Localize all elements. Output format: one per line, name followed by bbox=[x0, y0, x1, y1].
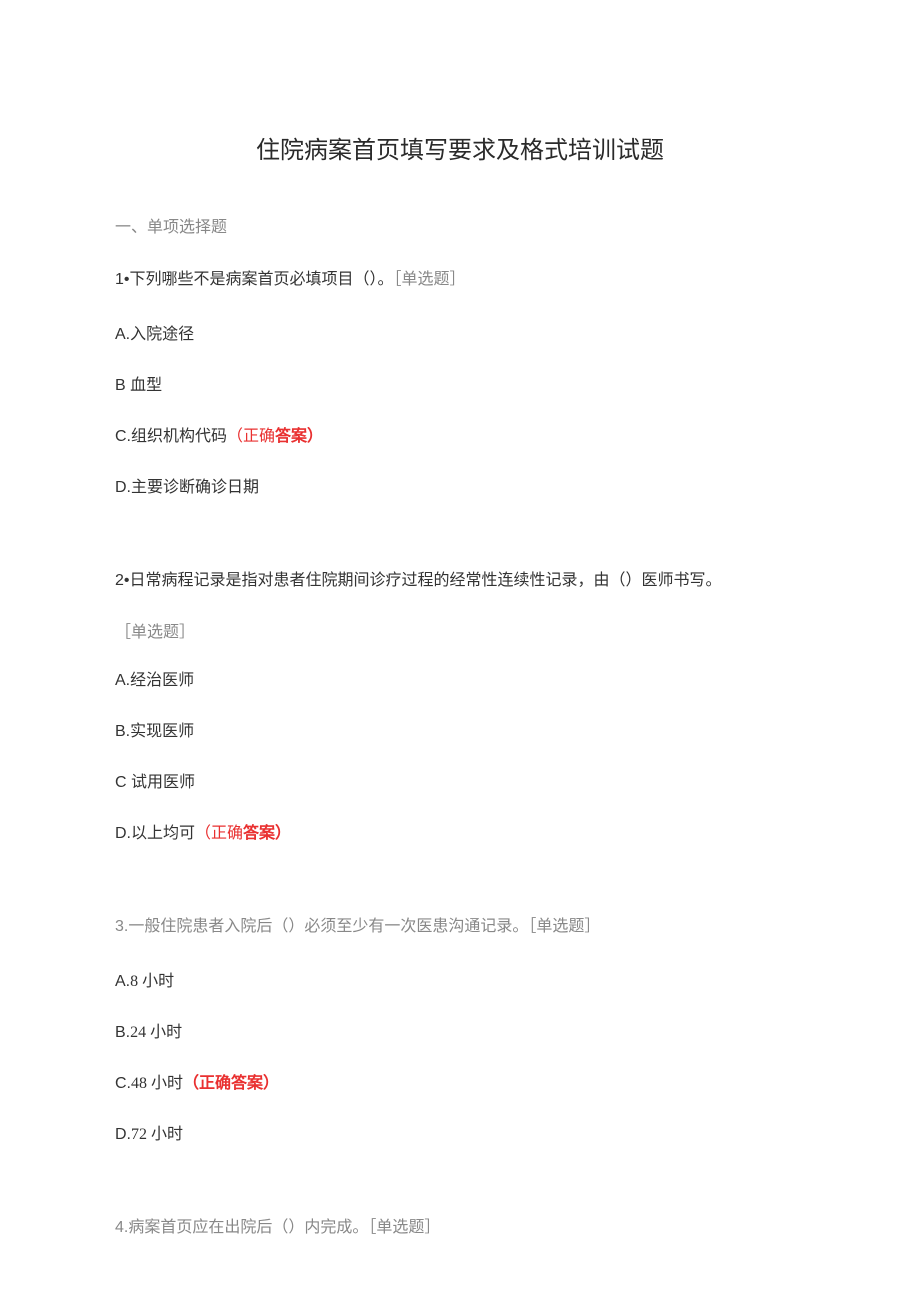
question-3-stem: 3.一般住院患者入院后（）必须至少有一次医患沟通记录。［单选题］ bbox=[115, 914, 805, 940]
question-3: 3.一般住院患者入院后（）必须至少有一次医患沟通记录。［单选题］ A.8 小时 … bbox=[115, 914, 805, 1147]
q1-b-text: 血型 bbox=[130, 377, 162, 394]
q3-a-text: 8 小时 bbox=[130, 973, 174, 990]
q3-c-answer: （正确答案） bbox=[183, 1075, 279, 1092]
q3-a-letter: A. bbox=[115, 973, 130, 990]
q2-option-b: B.实现医师 bbox=[115, 720, 805, 744]
q1-c-answer-open: （正确 bbox=[227, 428, 275, 445]
q1-tag: ［单选题］ bbox=[394, 271, 466, 288]
q1-c-letter: C. bbox=[115, 428, 131, 445]
q2-number: 2• bbox=[115, 572, 130, 589]
q3-b-text: 24 小时 bbox=[130, 1024, 182, 1041]
q1-option-a: A.入院途径 bbox=[115, 323, 805, 347]
q1-option-b: B 血型 bbox=[115, 374, 805, 398]
q3-text: 一般住院患者入院后（）必须至少有一次医患沟通记录。 bbox=[128, 918, 528, 935]
q3-b-letter: B. bbox=[115, 1024, 130, 1041]
q2-c-text: 试用医师 bbox=[131, 774, 195, 791]
q1-b-letter: B bbox=[115, 377, 130, 394]
q3-d-text: 72 小时 bbox=[131, 1126, 183, 1143]
q1-option-d: D.主要诊断确诊日期 bbox=[115, 476, 805, 500]
q3-c-letter: C. bbox=[115, 1075, 131, 1092]
q2-b-text: 实现医师 bbox=[130, 723, 194, 740]
q3-option-d: D.72 小时 bbox=[115, 1123, 805, 1147]
q2-tag: ［单选题］ bbox=[115, 618, 805, 642]
question-1: 1•下列哪些不是病案首页必填项目（）。［单选题］ A.入院途径 B 血型 C.组… bbox=[115, 267, 805, 500]
q3-option-a: A.8 小时 bbox=[115, 970, 805, 994]
q2-option-d: D.以上均可（正确答案） bbox=[115, 822, 805, 846]
question-2: 2•日常病程记录是指对患者住院期间诊疗过程的经常性连续性记录，由（）医师书写。 … bbox=[115, 568, 805, 847]
q4-number: 4. bbox=[115, 1219, 128, 1236]
q2-c-letter: C bbox=[115, 774, 131, 791]
q3-c-text: 48 小时 bbox=[131, 1075, 183, 1092]
section-header: 一、单项选择题 bbox=[115, 213, 805, 237]
q1-d-letter: D. bbox=[115, 479, 131, 496]
q1-c-answer-bold: 答案） bbox=[275, 428, 323, 445]
q4-tag: ［单选题］ bbox=[368, 1219, 440, 1236]
q2-d-answer-open: （正确 bbox=[195, 825, 243, 842]
question-4: 4.病案首页应在出院后（）内完成。［单选题］ bbox=[115, 1215, 805, 1241]
q2-d-text: 以上均可 bbox=[131, 825, 195, 842]
q2-text: 日常病程记录是指对患者住院期间诊疗过程的经常性连续性记录，由（）医师书写。 bbox=[130, 572, 722, 589]
q3-number: 3. bbox=[115, 918, 128, 935]
document-title: 住院病案首页填写要求及格式培训试题 bbox=[115, 130, 805, 165]
q1-c-text: 组织机构代码 bbox=[131, 428, 227, 445]
q2-d-answer-bold: 答案） bbox=[243, 825, 291, 842]
q1-number: 1• bbox=[115, 271, 130, 288]
q1-d-text: 主要诊断确诊日期 bbox=[131, 479, 259, 496]
q2-a-text: 经治医师 bbox=[130, 672, 194, 689]
q1-text: 下列哪些不是病案首页必填项目（）。 bbox=[130, 271, 394, 288]
q4-text: 病案首页应在出院后（）内完成。 bbox=[128, 1219, 368, 1236]
q2-option-c: C 试用医师 bbox=[115, 771, 805, 795]
q1-a-text: 入院途径 bbox=[130, 326, 194, 343]
q1-option-c: C.组织机构代码（正确答案） bbox=[115, 425, 805, 449]
question-2-stem: 2•日常病程记录是指对患者住院期间诊疗过程的经常性连续性记录，由（）医师书写。 bbox=[115, 568, 805, 594]
q3-option-b: B.24 小时 bbox=[115, 1021, 805, 1045]
question-4-stem: 4.病案首页应在出院后（）内完成。［单选题］ bbox=[115, 1215, 805, 1241]
q3-option-c: C.48 小时（正确答案） bbox=[115, 1072, 805, 1096]
q2-option-a: A.经治医师 bbox=[115, 669, 805, 693]
q3-tag: ［单选题］ bbox=[528, 918, 600, 935]
q3-d-letter: D. bbox=[115, 1126, 131, 1143]
q2-b-letter: B. bbox=[115, 723, 130, 740]
q2-a-letter: A. bbox=[115, 672, 130, 689]
q1-a-letter: A. bbox=[115, 326, 130, 343]
q2-d-letter: D. bbox=[115, 825, 131, 842]
question-1-stem: 1•下列哪些不是病案首页必填项目（）。［单选题］ bbox=[115, 267, 805, 293]
